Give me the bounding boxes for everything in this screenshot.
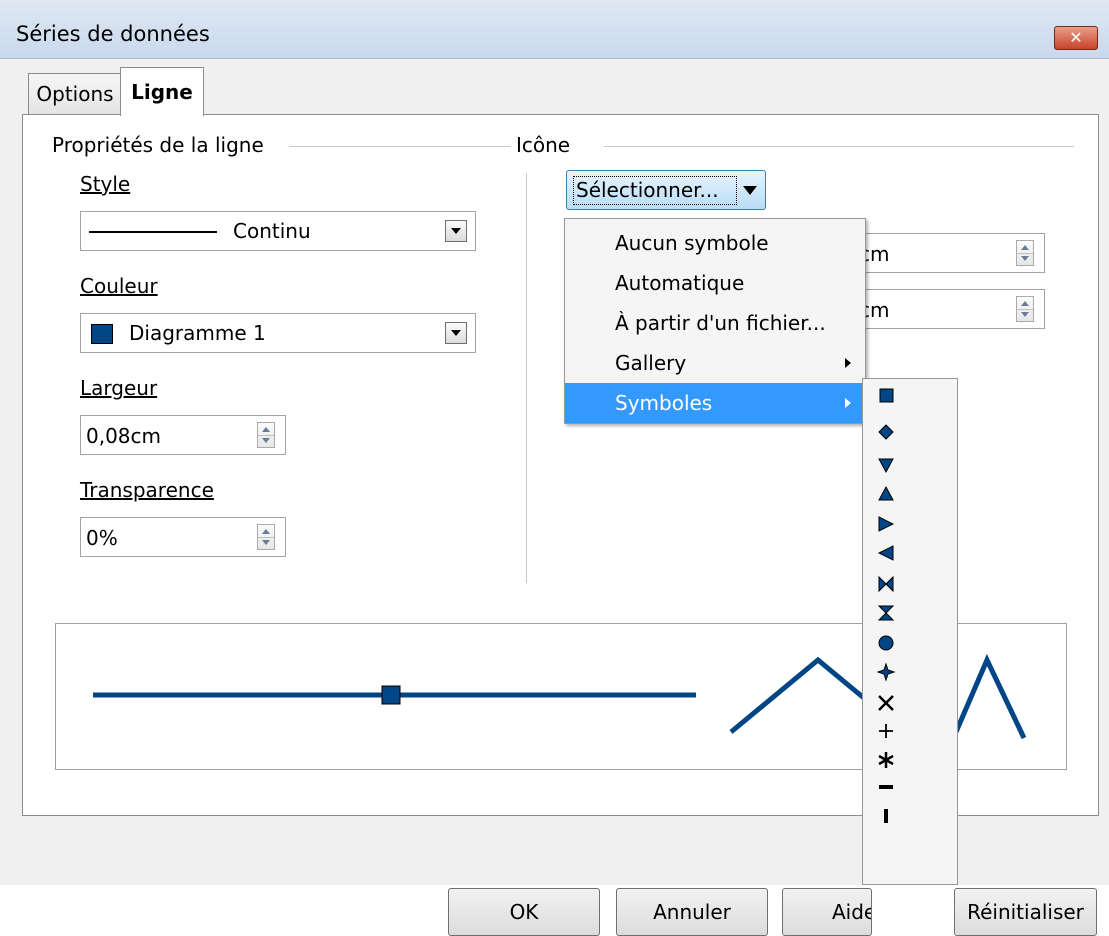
line-style-sample xyxy=(89,231,217,233)
menu-item-label: À partir d'un fichier... xyxy=(615,311,826,335)
reset-button[interactable]: Réinitialiser xyxy=(954,888,1097,936)
symbol-diamond-icon[interactable] xyxy=(878,424,894,440)
symbol-triangle-right-icon[interactable] xyxy=(878,516,895,532)
icon-group-label: Icône xyxy=(516,133,571,157)
transparency-value: 0% xyxy=(86,526,118,550)
help-button[interactable]: Aide xyxy=(782,888,872,936)
color-label: Couleur xyxy=(80,274,158,298)
symbols-submenu xyxy=(862,378,958,885)
transparency-spinbox[interactable]: 0% xyxy=(80,517,286,557)
select-button-label: Sélectionner... xyxy=(573,176,737,205)
chevron-down-icon[interactable] xyxy=(445,322,467,344)
submenu-arrow-icon xyxy=(845,358,851,368)
width-label: Largeur xyxy=(80,376,158,400)
preview-marker-square xyxy=(381,685,401,705)
width-value: 0,08cm xyxy=(86,424,162,448)
cancel-button[interactable]: Annuler xyxy=(616,888,768,936)
group-divider xyxy=(604,146,1074,147)
symbol-triangle-down-icon[interactable] xyxy=(878,458,894,474)
symbol-menu: Aucun symbole Automatique À partir d'un … xyxy=(564,218,866,424)
chevron-down-icon[interactable] xyxy=(445,220,467,242)
tab-ligne[interactable]: Ligne xyxy=(120,67,204,116)
menu-item-label: Aucun symbole xyxy=(615,231,769,255)
menu-item-label: Gallery xyxy=(615,351,687,375)
style-label: Style xyxy=(80,172,131,196)
symbol-triangle-left-icon[interactable] xyxy=(877,545,894,561)
style-value: Continu xyxy=(233,219,311,243)
color-swatch xyxy=(91,324,113,344)
menu-item-gallery[interactable]: Gallery xyxy=(565,343,865,383)
submenu-arrow-icon xyxy=(845,398,851,408)
group-divider xyxy=(289,146,511,147)
transparency-label: Transparence xyxy=(80,478,214,502)
close-button[interactable]: ✕ xyxy=(1054,26,1098,50)
menu-item-label: Automatique xyxy=(615,271,745,295)
menu-item-from-file[interactable]: À partir d'un fichier... xyxy=(565,303,865,343)
symbol-bowtie-icon[interactable] xyxy=(878,575,894,593)
preview-zigzag-right xyxy=(953,653,1027,740)
width-spinbox[interactable]: 0,08cm xyxy=(80,415,286,455)
color-value: Diagramme 1 xyxy=(129,321,266,345)
spin-buttons[interactable] xyxy=(1016,240,1034,266)
menu-item-label: Symboles xyxy=(615,391,713,415)
color-dropdown[interactable]: Diagramme 1 xyxy=(80,313,476,353)
symbol-circle-icon[interactable] xyxy=(878,635,894,651)
vertical-divider xyxy=(526,173,527,583)
symbol-square-icon[interactable] xyxy=(879,388,894,403)
style-dropdown[interactable]: Continu xyxy=(80,211,476,251)
symbols-list xyxy=(876,388,896,823)
menu-item-aucun-symbole[interactable]: Aucun symbole xyxy=(565,223,865,263)
spin-buttons[interactable] xyxy=(1016,296,1034,322)
ok-button[interactable]: OK xyxy=(448,888,600,936)
tab-options[interactable]: Options xyxy=(28,73,122,114)
symbol-height-spinbox[interactable]: cm xyxy=(853,289,1045,329)
line-properties-group-label: Propriétés de la ligne xyxy=(52,133,264,157)
menu-item-symboles[interactable]: Symboles xyxy=(565,383,865,423)
symbol-hourglass-icon[interactable] xyxy=(877,605,895,621)
spin-buttons[interactable] xyxy=(257,422,275,448)
symbol-star4-icon[interactable] xyxy=(876,662,896,682)
symbol-width-spinbox[interactable]: cm xyxy=(853,233,1045,273)
menu-item-automatique[interactable]: Automatique xyxy=(565,263,865,303)
title-bar: Séries de données ✕ xyxy=(0,0,1109,59)
window-title: Séries de données xyxy=(16,22,210,46)
chevron-down-icon xyxy=(743,186,757,195)
symbol-triangle-up-icon[interactable] xyxy=(878,485,894,501)
spin-buttons[interactable] xyxy=(257,524,275,550)
select-symbol-button[interactable]: Sélectionner... xyxy=(566,170,766,210)
